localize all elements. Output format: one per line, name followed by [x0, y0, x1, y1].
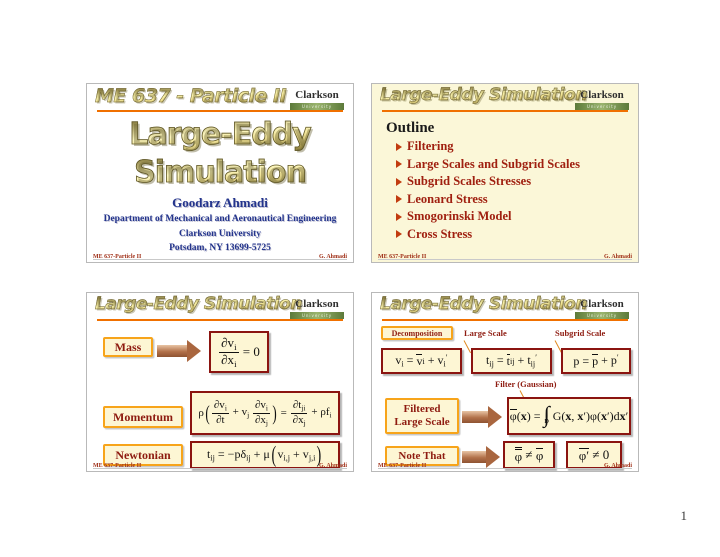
label-filtered-large-scale: Filtered Large Scale [385, 398, 459, 434]
list-item: Smogorinski Model [396, 208, 638, 226]
arrow-icon [462, 406, 502, 428]
slide-footer: ME 637-Particle II G. Ahmadi [87, 251, 353, 260]
outline-heading: Outline [386, 120, 435, 136]
slide-header: ME 637 - Particle II Clarkson University [87, 84, 353, 114]
footer-right: G. Ahmadi [603, 254, 632, 260]
slide-governing-equations: Large-Eddy Simulation Clarkson Universit… [86, 292, 354, 472]
footer-right: G. Ahmadi [318, 463, 347, 469]
arrow-icon [157, 340, 201, 362]
clarkson-logo-name: Clarkson [580, 298, 624, 310]
header-rule [97, 319, 343, 321]
label-filtered-line-2: Large Scale [394, 416, 450, 428]
slide-header: Large-Eddy Simulation Clarkson Universit… [87, 293, 353, 323]
title-line-2: Simulation [87, 155, 353, 190]
author-name: Goodarz Ahmadi [172, 195, 268, 210]
clarkson-logo: Clarkson University [290, 86, 344, 110]
footer-left: ME 637-Particle II [93, 463, 142, 469]
clarkson-logo-sub: University [575, 103, 629, 110]
list-item: Filtering [396, 138, 638, 156]
list-item: Large Scales and Subgrid Scales [396, 156, 638, 174]
equation-continuity: ∂vi ∂xi = 0 [209, 331, 269, 373]
footer-right: G. Ahmadi [318, 254, 347, 260]
slide-footer: ME 637-Particle II G. Ahmadi [372, 251, 638, 260]
slide-header-title: Large-Eddy Simulation [380, 85, 588, 106]
label-momentum: Momentum [103, 406, 183, 428]
clarkson-logo: Clarkson University [290, 295, 344, 319]
label-filtered-line-1: Filtered [403, 403, 441, 415]
clarkson-logo-sub: University [290, 103, 344, 110]
clarkson-logo-name: Clarkson [580, 89, 624, 101]
slide-footer: ME 637-Particle II G. Ahmadi [87, 460, 353, 469]
slide-header: Large-Eddy Simulation Clarkson Universit… [372, 84, 638, 114]
footer-left: ME 637-Particle II [378, 463, 427, 469]
label-decomposition: Decomposition [381, 326, 453, 340]
slide-header-title: ME 637 - Particle II [95, 85, 287, 108]
slide-header-title: Large-Eddy Simulation [95, 294, 303, 315]
slide-footer: ME 637-Particle II G. Ahmadi [372, 460, 638, 469]
equation-filter: φ (x) = ∫ D G(x, x′)φ(x′)dx′ [507, 397, 631, 435]
pointer-line-large-scale [463, 340, 472, 354]
clarkson-logo-sub: University [575, 312, 629, 319]
affiliation-department: Department of Mechanical and Aeronautica… [103, 214, 337, 224]
clarkson-logo-name: Clarkson [295, 89, 339, 101]
equation-velocity-decomposition: vi = vi + vi′ [381, 348, 462, 374]
clarkson-logo-name: Clarkson [295, 298, 339, 310]
label-subgrid-scale: Subgrid Scale [555, 328, 606, 338]
clarkson-logo-sub: University [290, 312, 344, 319]
label-large-scale: Large Scale [464, 328, 507, 338]
header-rule [382, 110, 628, 112]
header-rule [97, 110, 343, 112]
slide-header: Large-Eddy Simulation Clarkson Universit… [372, 293, 638, 323]
header-rule [382, 319, 628, 321]
label-mass: Mass [103, 337, 153, 357]
clarkson-logo: Clarkson University [575, 295, 629, 319]
list-item: Cross Stress [396, 226, 638, 244]
affiliation-university: Clarkson University [178, 228, 262, 239]
footer-right: G. Ahmadi [603, 463, 632, 469]
outline-list: Filtering Large Scales and Subgrid Scale… [372, 138, 638, 243]
equation-stress-decomposition: tij = t ij + tij′ [471, 348, 552, 374]
list-item: Leonard Stress [396, 191, 638, 209]
slide-handout-page: ME 637 - Particle II Clarkson University… [0, 0, 720, 557]
footer-left: ME 637-Particle II [93, 254, 142, 260]
page-number: 1 [680, 508, 688, 523]
slide-decomposition: Large-Eddy Simulation Clarkson Universit… [371, 292, 639, 472]
title-line-1: Large-Eddy [87, 117, 353, 152]
list-item: Subgrid Scales Stresses [396, 173, 638, 191]
clarkson-logo: Clarkson University [575, 86, 629, 110]
slide-outline: Large-Eddy Simulation Clarkson Universit… [371, 83, 639, 263]
equation-pressure-decomposition: p = p + p′ [561, 348, 631, 374]
slide-title: ME 637 - Particle II Clarkson University… [86, 83, 354, 263]
footer-left: ME 637-Particle II [378, 254, 427, 260]
slide-header-title: Large-Eddy Simulation [380, 294, 588, 315]
label-filter-gaussian: Filter (Gaussian) [495, 379, 557, 389]
equation-momentum: ρ( ∂vi ∂t + vj ∂vi ∂xj ) = ∂tji ∂xj + ρfi [190, 391, 340, 435]
